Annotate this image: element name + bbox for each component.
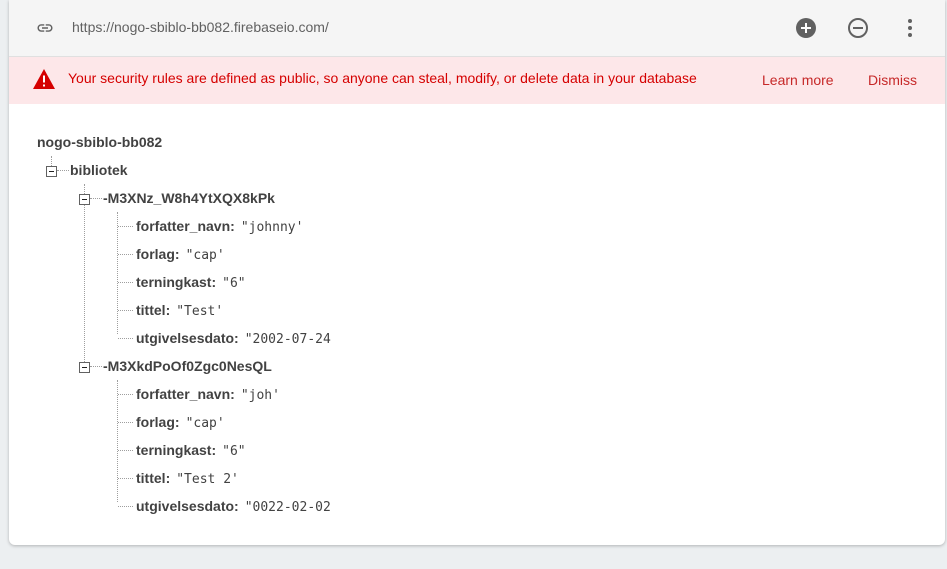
tree-connector	[118, 422, 133, 423]
tree-connector	[118, 310, 133, 311]
field-name: utgivelsesdato	[136, 498, 235, 514]
field-name: terningkast	[136, 442, 212, 458]
tree-node-bibliotek[interactable]: bibliotek	[70, 160, 128, 180]
field-name: utgivelsesdato	[136, 330, 235, 346]
field-row[interactable]: utgivelsesdato: "0022-02-02	[136, 496, 331, 516]
field-separator: :	[165, 302, 171, 318]
url-bar: https://nogo-sbiblo-bb082.firebaseio.com…	[9, 0, 945, 57]
field-row[interactable]: utgivelsesdato: "2002-07-24	[136, 328, 331, 348]
record-key[interactable]: -M3XNz_W8h4YtXQX8kPk	[103, 188, 275, 208]
field-row[interactable]: forlag: "cap'	[136, 412, 225, 432]
dismiss-button[interactable]: Dismiss	[868, 72, 917, 88]
field-row[interactable]: forlag: "cap'	[136, 244, 225, 264]
collapse-toggle-record[interactable]	[79, 194, 90, 205]
field-value[interactable]: "Test 2'	[176, 472, 239, 487]
field-value[interactable]: "Test'	[176, 304, 223, 319]
tree-connector	[118, 506, 133, 507]
collapse-toggle-bibliotek[interactable]	[46, 166, 57, 177]
field-value[interactable]: "johnny'	[241, 220, 304, 235]
tree-connector	[118, 394, 133, 395]
more-vert-icon[interactable]	[898, 16, 922, 40]
tree-connector	[117, 380, 118, 502]
tree-connector	[118, 226, 133, 227]
collapse-toggle-record[interactable]	[79, 362, 90, 373]
database-card: https://nogo-sbiblo-bb082.firebaseio.com…	[9, 0, 945, 545]
tree-connector	[118, 338, 133, 339]
field-separator: :	[165, 470, 171, 486]
field-row[interactable]: forfatter_navn: "johnny'	[136, 216, 303, 236]
field-separator: :	[234, 498, 239, 514]
field-separator: :	[211, 274, 217, 290]
field-value[interactable]: "cap'	[186, 248, 225, 263]
tree-connector	[90, 198, 102, 199]
field-row[interactable]: terningkast: "6"	[136, 440, 246, 460]
field-value[interactable]: "joh'	[241, 388, 280, 403]
field-value[interactable]: "2002-07-24	[245, 332, 331, 347]
field-name: terningkast	[136, 274, 212, 290]
field-value[interactable]: "0022-02-02	[245, 500, 331, 515]
field-name: forlag	[136, 246, 175, 262]
tree-connector	[57, 170, 69, 171]
remove-circle-icon[interactable]	[846, 16, 870, 40]
field-value[interactable]: "cap'	[186, 416, 225, 431]
field-name: forfatter_navn	[136, 218, 231, 234]
tree-connector	[84, 184, 85, 366]
field-separator: :	[174, 414, 180, 430]
field-separator: :	[174, 246, 180, 262]
field-row[interactable]: tittel: "Test'	[136, 300, 223, 320]
tree-root-node[interactable]: nogo-sbiblo-bb082	[37, 132, 162, 152]
tree-connector	[118, 282, 133, 283]
warning-triangle-icon	[33, 69, 55, 89]
tree-connector	[118, 254, 133, 255]
field-separator: :	[230, 386, 235, 402]
tree-connector	[51, 156, 52, 166]
field-name: tittel	[136, 470, 166, 486]
field-value[interactable]: "6"	[222, 444, 245, 459]
field-row[interactable]: terningkast: "6"	[136, 272, 246, 292]
tree-connector	[117, 212, 118, 334]
field-separator: :	[211, 442, 217, 458]
link-icon	[37, 24, 53, 32]
add-circle-icon[interactable]	[794, 16, 818, 40]
field-value[interactable]: "6"	[222, 276, 245, 291]
warning-message: Your security rules are defined as publi…	[68, 70, 697, 86]
database-url[interactable]: https://nogo-sbiblo-bb082.firebaseio.com…	[72, 19, 329, 35]
record-key[interactable]: -M3XkdPoOf0Zgc0NesQL	[103, 356, 272, 376]
tree-connector	[118, 450, 133, 451]
field-row[interactable]: tittel: "Test 2'	[136, 468, 239, 488]
data-tree: nogo-sbiblo-bb082 bibliotek -M3XNz_W8h4Y…	[9, 104, 945, 545]
tree-connector	[90, 366, 102, 367]
field-name: forfatter_navn	[136, 386, 231, 402]
field-name: tittel	[136, 302, 166, 318]
field-separator: :	[234, 330, 239, 346]
learn-more-link[interactable]: Learn more	[762, 72, 834, 88]
field-row[interactable]: forfatter_navn: "joh'	[136, 384, 280, 404]
tree-connector	[118, 478, 133, 479]
security-warning-banner: Your security rules are defined as publi…	[9, 57, 945, 104]
field-name: forlag	[136, 414, 175, 430]
field-separator: :	[230, 218, 235, 234]
